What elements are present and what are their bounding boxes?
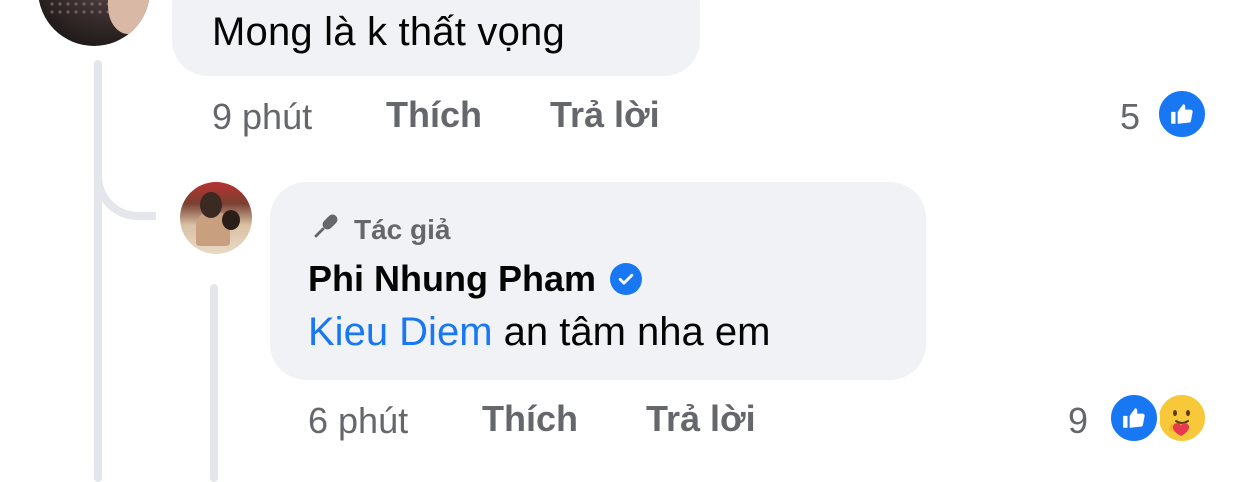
avatar[interactable] [38,0,150,46]
author-badge: Tác giả [308,210,450,249]
microphone-icon [308,210,342,249]
reply-text: Kieu Diem an tâm nha em [308,310,770,355]
care-icon[interactable] [1156,392,1208,444]
author-badge-label: Tác giả [354,213,451,245]
comment-text: Mong là k thất vọng [212,10,565,54]
like-button[interactable]: Thích [482,398,578,440]
comment-bubble: Mong là k thất vọng [172,0,700,76]
comment-timestamp[interactable]: 9 phút [212,96,312,138]
reaction-count[interactable]: 5 [1120,96,1140,138]
reply-thread-line [210,284,218,482]
reply-button[interactable]: Trả lời [550,94,660,136]
reply-bubble: Tác giả Phi Nhung Pham Kieu Diem an tâm … [270,182,926,380]
like-icon[interactable] [1156,88,1208,140]
like-icon[interactable] [1108,392,1160,444]
verified-icon [610,263,642,295]
author-name[interactable]: Phi Nhung Pham [308,258,596,300]
reply-button[interactable]: Trả lời [646,398,756,440]
reply-body: an tâm nha em [503,310,771,354]
avatar[interactable] [180,182,252,254]
like-button[interactable]: Thích [386,94,482,136]
reaction-count[interactable]: 9 [1068,400,1088,442]
thread-line [94,60,102,482]
mention-link[interactable]: Kieu Diem [308,310,493,354]
comment-timestamp[interactable]: 6 phút [308,400,408,442]
thread-connector [94,150,156,220]
